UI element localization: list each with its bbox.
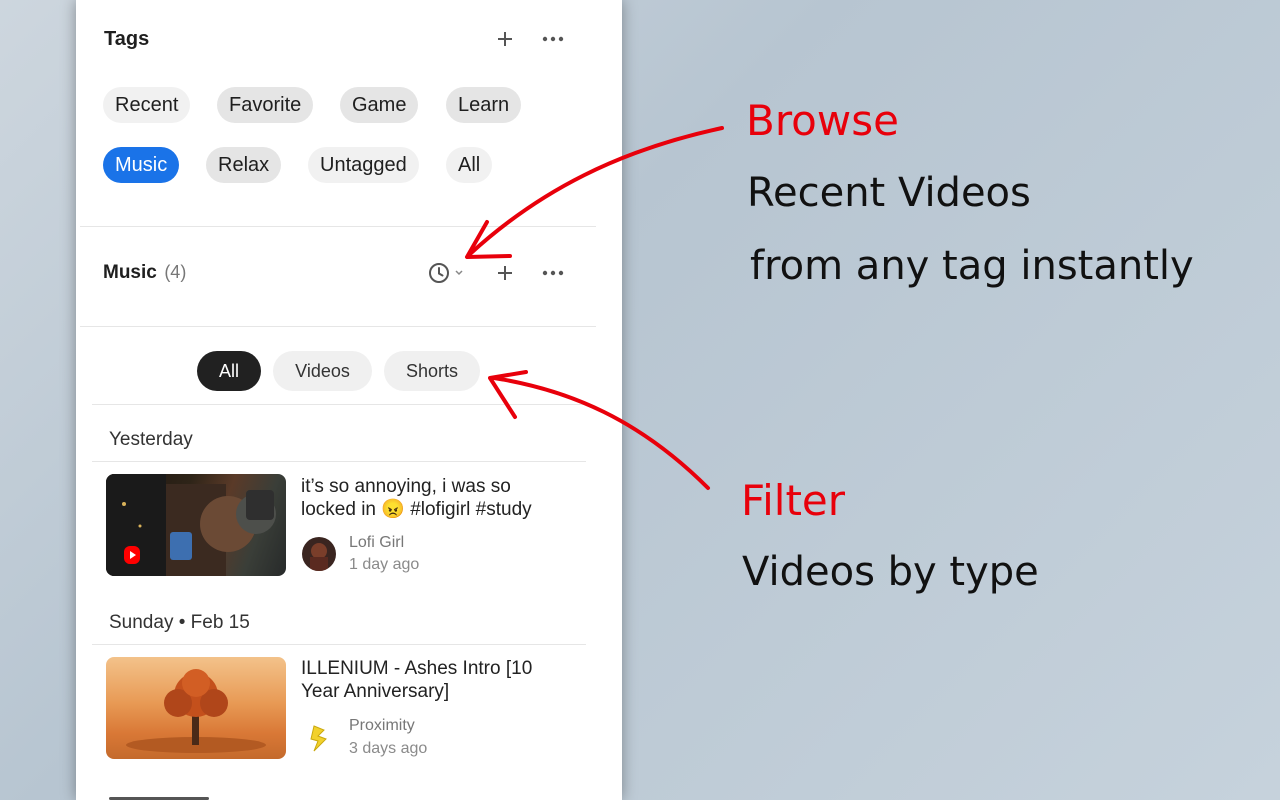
divider [80,226,596,227]
date-header: Yesterday [109,429,193,450]
date-header: Sunday • Feb 15 [109,612,250,633]
tag-favorite[interactable]: Favorite [217,87,314,123]
divider [92,404,588,405]
tag-music[interactable]: Music [103,147,180,183]
video-title[interactable]: ILLENIUM - Ashes Intro [10 Year Annivers… [301,657,571,703]
tags-title: Tags [104,28,150,50]
divider [80,326,596,327]
thumbnail-art [126,669,266,753]
music-title: Music [103,262,157,283]
channel-avatar[interactable] [302,537,336,571]
channel-name[interactable]: Proximity [349,717,415,735]
tag-game[interactable]: Game [340,87,419,123]
tags-more-button[interactable] [539,25,567,53]
side-panel: Tags Recent Favorite Game Learn Music Re… [76,0,622,800]
music-more-button[interactable] [539,259,567,287]
browse-annotation-title: Browse [746,96,899,145]
video-age: 1 day ago [349,556,420,573]
divider [92,644,586,645]
music-header: Music (4) [103,262,186,284]
browse-annotation-line2: from any tag instantly [750,243,1194,289]
add-video-button[interactable] [491,259,519,287]
sort-recent-button[interactable] [428,260,470,286]
add-tag-button[interactable] [491,25,519,53]
filter-annotation-title: Filter [741,476,846,525]
video-title[interactable]: it’s so annoying, i was so locked in 😠 #… [301,475,571,521]
more-icon [542,36,564,42]
chevron-down-icon [455,270,463,276]
channel-avatar[interactable] [302,720,336,754]
channel-name[interactable]: Lofi Girl [349,534,404,552]
tag-recent[interactable]: Recent [103,87,191,123]
video-thumbnail[interactable] [106,657,286,759]
next-date-header-partial [109,792,229,800]
video-thumbnail[interactable] [106,474,286,576]
clock-icon [429,263,449,283]
filter-all-chip[interactable]: All [197,351,261,391]
more-icon [542,270,564,276]
tag-learn[interactable]: Learn [446,87,522,123]
tag-all[interactable]: All [446,147,493,183]
music-count: (4) [164,262,187,282]
filter-shorts-chip[interactable]: Shorts [384,351,480,391]
tag-relax[interactable]: Relax [206,147,282,183]
browse-annotation-line1: Recent Videos [747,170,1031,216]
filter-annotation-line1: Videos by type [742,549,1039,595]
filter-videos-chip[interactable]: Videos [273,351,372,391]
video-age: 3 days ago [349,740,428,757]
avatar-image [310,543,328,571]
divider [92,461,586,462]
tag-untagged[interactable]: Untagged [308,147,419,183]
plus-icon [498,32,512,46]
plus-icon [498,266,512,280]
shorts-logo-icon [124,546,140,564]
avatar-image [310,725,327,752]
